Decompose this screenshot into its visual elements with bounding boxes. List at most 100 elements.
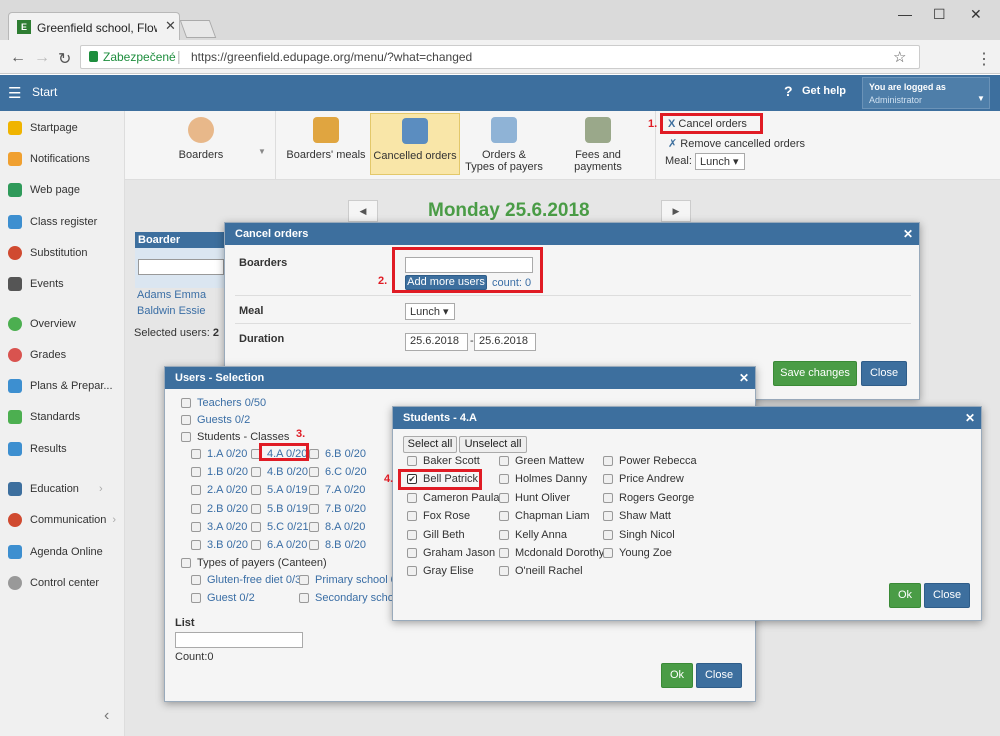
close-icon[interactable]: ✕ [739,371,749,385]
class-option[interactable]: 8.B 0/20 [309,539,366,551]
class-option[interactable]: 3.A 0/20 [191,521,247,533]
checkbox[interactable] [181,398,191,409]
date-to-input[interactable]: 25.6.2018 [474,333,536,351]
boarders-meals-button[interactable]: Boarders' meals [285,113,367,175]
student-option[interactable]: Gill Beth [407,529,465,541]
student-option[interactable]: Young Zoe [603,547,672,559]
url-bar[interactable]: Zabezpečené | https://greenfield.edupage… [80,45,920,69]
class-option[interactable]: 6.A 0/20 [251,539,307,551]
secondary-option[interactable]: Secondary scho [299,592,394,604]
checkbox[interactable] [251,485,261,496]
checkbox[interactable] [499,548,509,559]
student-option[interactable]: Rogers George [603,492,694,504]
checkbox[interactable] [499,566,509,577]
hamburger-icon[interactable]: ☰ [8,84,21,102]
boarder-filter-input[interactable] [138,259,224,275]
back-icon[interactable]: ← [10,49,26,67]
checkbox[interactable] [191,575,201,586]
boarder-row[interactable]: Baldwin Essie [137,305,205,317]
minimize-icon[interactable]: — [898,6,912,22]
user-menu[interactable]: You are logged as Administrator ▼ [862,77,990,109]
select-all-button[interactable]: Select all [403,436,457,453]
checkbox[interactable] [499,511,509,522]
boarders-button[interactable]: Boarders [175,113,227,175]
save-changes-button[interactable]: Save changes [773,361,857,386]
checkbox[interactable] [499,456,509,467]
checkbox[interactable] [499,492,509,503]
checkbox[interactable] [603,511,613,522]
fees-button[interactable]: Fees and payments [550,113,646,175]
student-option[interactable]: Shaw Matt [603,510,671,522]
sidebar-item-standards[interactable]: Standards [8,410,80,424]
new-tab-button[interactable] [179,20,217,38]
sidebar-item-plans[interactable]: Plans & Prepar... [8,379,113,393]
gluten-option[interactable]: Gluten-free diet 0/3 [191,574,301,586]
checkbox[interactable] [191,485,201,496]
close-button[interactable]: Close [924,583,970,608]
sidebar-item-events[interactable]: Events [8,277,64,291]
checkbox[interactable] [407,511,417,522]
boarder-row[interactable]: Adams Emma [137,289,206,301]
checkbox[interactable] [191,467,201,478]
collapse-sidebar-icon[interactable]: ‹ [104,707,109,725]
cancelled-orders-button[interactable]: Cancelled orders [370,113,460,175]
student-option[interactable]: Graham Jason [407,547,495,559]
checkbox[interactable] [309,467,319,478]
student-option[interactable]: Mcdonald Dorothy [499,547,604,559]
class-option[interactable]: 1.A 0/20 [191,448,247,460]
sidebar-item-startpage[interactable]: Startpage [8,121,78,135]
student-option[interactable]: Green Mattew [499,455,584,467]
primary-option[interactable]: Primary school 0 [299,574,397,586]
checkbox[interactable] [603,456,613,467]
checkbox[interactable] [603,474,613,485]
class-option[interactable]: 8.A 0/20 [309,521,365,533]
class-option[interactable]: 2.A 0/20 [191,484,247,496]
close-window-icon[interactable]: ✕ [970,6,982,23]
class-option[interactable]: 3.B 0/20 [191,539,248,551]
close-icon[interactable]: ✕ [965,411,975,425]
close-icon[interactable]: ✕ [903,227,913,241]
checkbox[interactable] [251,467,261,478]
students-classes-option[interactable]: Students - Classes [181,431,289,443]
checkbox[interactable] [309,485,319,496]
student-option[interactable]: O'neill Rachel [499,565,583,577]
maximize-icon[interactable]: ☐ [933,6,946,23]
remove-cancelled-link[interactable]: ✗ Remove cancelled orders [668,137,805,150]
teachers-option[interactable]: Teachers 0/50 [181,397,266,409]
checkbox[interactable] [181,432,191,443]
student-option[interactable]: Cameron Paula [407,492,499,504]
checkbox[interactable] [251,521,261,532]
checkbox[interactable] [407,566,417,577]
close-button[interactable]: Close [696,663,742,688]
checkbox[interactable] [309,521,319,532]
checkbox[interactable] [309,540,319,551]
student-option[interactable]: Power Rebecca [603,455,697,467]
sidebar-item-results[interactable]: Results [8,442,67,456]
checkbox[interactable] [309,503,319,514]
sidebar-item-education[interactable]: Education › [8,482,103,496]
checkbox[interactable] [603,492,613,503]
checkbox[interactable] [309,449,319,460]
ok-button[interactable]: Ok [889,583,921,608]
student-option[interactable]: Kelly Anna [499,529,567,541]
student-option[interactable]: Baker Scott [407,455,480,467]
checkbox[interactable] [251,540,261,551]
sidebar-item-class-register[interactable]: Class register [8,215,97,229]
reload-icon[interactable]: ↻ [58,49,71,69]
checkbox[interactable] [299,593,309,604]
close-tab-icon[interactable]: ✕ [165,18,176,34]
checkbox[interactable] [407,529,417,540]
sidebar-item-grades[interactable]: Grades [8,348,66,362]
sidebar-item-webpage[interactable]: Web page [8,183,80,197]
checkbox[interactable] [299,575,309,586]
date-from-input[interactable]: 25.6.2018 [405,333,468,351]
next-day-button[interactable]: ▶ [661,200,691,222]
student-option[interactable]: Price Andrew [603,473,684,485]
sidebar-item-communication[interactable]: Communication › [8,513,116,527]
student-option[interactable]: Holmes Danny [499,473,587,485]
guests-option[interactable]: Guests 0/2 [181,414,250,426]
start-label[interactable]: Start [32,85,57,99]
browser-tab[interactable]: E Greenfield school, Flower ✕ [8,12,180,42]
student-option[interactable]: Singh Nicol [603,529,675,541]
sidebar-item-notifications[interactable]: Notifications [8,152,90,166]
